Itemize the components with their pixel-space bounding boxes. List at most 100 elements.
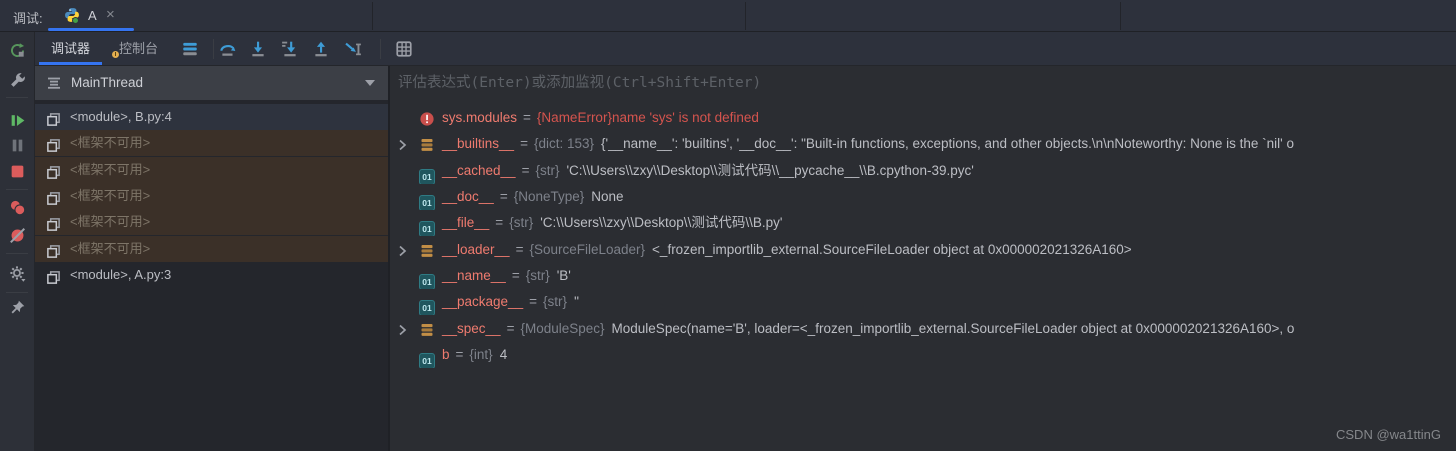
variable-row[interactable]: 01 __file__ = {str} 'C:\\Users\\zxy\\Deskto… [390, 210, 1456, 236]
variable-value: None [591, 189, 624, 204]
variable-name: __spec__ [442, 321, 501, 336]
variable-type: {str} [509, 215, 534, 230]
variable-name: __builtins__ [442, 136, 515, 151]
rerun-icon[interactable] [9, 42, 26, 59]
stack-frame-icon [46, 110, 61, 126]
variable-type: {ModuleSpec} [520, 321, 605, 336]
variable-name: sys.modules [442, 110, 518, 125]
chevron-down-icon [365, 80, 375, 86]
divider [1120, 2, 1121, 30]
resume-icon[interactable] [9, 112, 26, 129]
expand-chevron-icon[interactable] [394, 321, 410, 337]
stack-frame-icon [46, 189, 61, 205]
stack-frame-icon [46, 215, 61, 231]
variable-value: <_frozen_importlib_external.SourceFileLo… [652, 242, 1132, 257]
variable-value: '' [573, 294, 580, 309]
variable-name: __loader__ [442, 242, 510, 257]
variable-type: {dict: 153} [533, 136, 595, 151]
expand-chevron-icon[interactable] [394, 136, 410, 152]
variable-name: __package__ [442, 294, 524, 309]
primitive-variable-icon: 01 [419, 294, 435, 315]
stop-icon[interactable] [9, 163, 26, 180]
variable-type: {str} [542, 294, 567, 309]
frame-label: <框架不可用> [70, 241, 151, 256]
frame-row[interactable]: <框架不可用> [35, 183, 388, 209]
expand-chevron-icon[interactable] [394, 242, 410, 258]
dict-variable-icon [419, 321, 435, 337]
frame-label: <框架不可用> [70, 214, 151, 229]
force-step-into-icon[interactable] [281, 40, 299, 58]
dict-variable-icon [419, 242, 435, 258]
divider [6, 253, 28, 254]
variable-row[interactable]: 01 b = {int} 4 [390, 342, 1456, 368]
variable-row[interactable]: sys.modules = {NameError}name 'sys' is not… [390, 105, 1456, 131]
variable-type: {NoneType} [513, 189, 585, 204]
evaluate-expression-input[interactable] [396, 66, 1446, 100]
variable-row[interactable]: __loader__ = {SourceFileLoader} <_frozen_im… [390, 237, 1456, 263]
run-tab-a[interactable]: A × [48, 0, 134, 31]
frame-label: <module>, A.py:3 [70, 267, 172, 282]
run-to-cursor-icon[interactable] [344, 40, 362, 58]
evaluate-bar [390, 66, 1456, 100]
variable-row[interactable]: 01 __cached__ = {str} 'C:\\Users\\zxy\\Desk… [390, 158, 1456, 184]
mute-breakpoints-icon[interactable] [9, 227, 26, 244]
step-over-icon[interactable] [219, 40, 237, 58]
pin-icon[interactable] [9, 299, 26, 316]
divider [380, 39, 381, 59]
console-output-clock-icon [111, 50, 120, 59]
stack-frame-icon [46, 268, 61, 284]
variable-row[interactable]: 01 __name__ = {str} 'B' [390, 263, 1456, 289]
error-icon [419, 110, 435, 126]
equals-sign: = [515, 242, 524, 257]
tab-console[interactable]: 控制台 [107, 32, 170, 65]
primitive-variable-icon: 01 [419, 268, 435, 289]
frame-row[interactable]: <module>, A.py:3 [35, 262, 388, 288]
show-execution-point-icon[interactable] [181, 40, 199, 58]
variable-name: __doc__ [442, 189, 494, 204]
frame-row[interactable]: <module>, B.py:4 [35, 104, 388, 130]
equals-sign: = [511, 268, 520, 283]
variable-row[interactable]: 01 __package__ = {str} '' [390, 289, 1456, 315]
equals-sign: = [523, 110, 531, 125]
debugger-toolbar: 调试器 控制台 [35, 32, 1456, 66]
thread-selector-combo[interactable]: MainThread [35, 66, 388, 100]
step-into-icon[interactable] [249, 40, 267, 58]
frame-label: <框架不可用> [70, 188, 151, 203]
variable-value: 'C:\\Users\\zxy\\Desktop\\测试代码\\B.py' [540, 215, 783, 230]
primitive-variable-icon: 01 [419, 189, 435, 210]
variable-name: __cached__ [442, 163, 516, 178]
watermark: CSDN @wa1ttinG [1336, 427, 1441, 442]
close-tab-icon[interactable]: × [106, 6, 115, 23]
primitive-variable-icon: 01 [419, 163, 435, 184]
pause-icon[interactable] [9, 137, 26, 154]
variables-tree: sys.modules = {NameError}name 'sys' is not… [390, 100, 1456, 451]
frame-row[interactable]: <框架不可用> [35, 209, 388, 235]
tab-console-label: 控制台 [119, 41, 159, 56]
frame-row[interactable]: <框架不可用> [35, 157, 388, 183]
stack-frame-icon [46, 242, 61, 258]
stack-frame-icon [46, 136, 61, 152]
frames-list: <module>, B.py:4 <框架不可用> <框架不可用> <框架不可用>… [35, 100, 388, 451]
primitive-variable-icon: 01 [419, 215, 435, 236]
divider [6, 292, 28, 293]
variable-type: {NameError} [536, 110, 612, 125]
frame-row[interactable]: <框架不可用> [35, 236, 388, 262]
frame-row[interactable]: <框架不可用> [35, 130, 388, 156]
variable-type: {int} [469, 347, 493, 362]
frame-label: <module>, B.py:4 [70, 109, 172, 124]
tab-debugger[interactable]: 调试器 [39, 32, 103, 65]
primitive-variable-icon: 01 [419, 347, 435, 368]
variable-row[interactable]: __builtins__ = {dict: 153} {'__name__': 'bu… [390, 131, 1456, 157]
view-breakpoints-icon[interactable] [9, 199, 26, 216]
variable-row[interactable]: __spec__ = {ModuleSpec} ModuleSpec(name='B'… [390, 316, 1456, 342]
variable-value: {'__name__': 'builtins', '__doc__': "Bui… [601, 136, 1294, 151]
settings-gear-icon[interactable] [9, 265, 26, 282]
equals-sign: = [520, 136, 528, 151]
wrench-icon[interactable] [9, 72, 26, 89]
variable-type: {str} [525, 268, 550, 283]
variable-row[interactable]: 01 __doc__ = {NoneType} None [390, 184, 1456, 210]
divider [6, 97, 28, 98]
evaluate-expression-icon[interactable] [395, 40, 413, 58]
step-out-icon[interactable] [312, 40, 330, 58]
thread-icon [46, 75, 62, 91]
